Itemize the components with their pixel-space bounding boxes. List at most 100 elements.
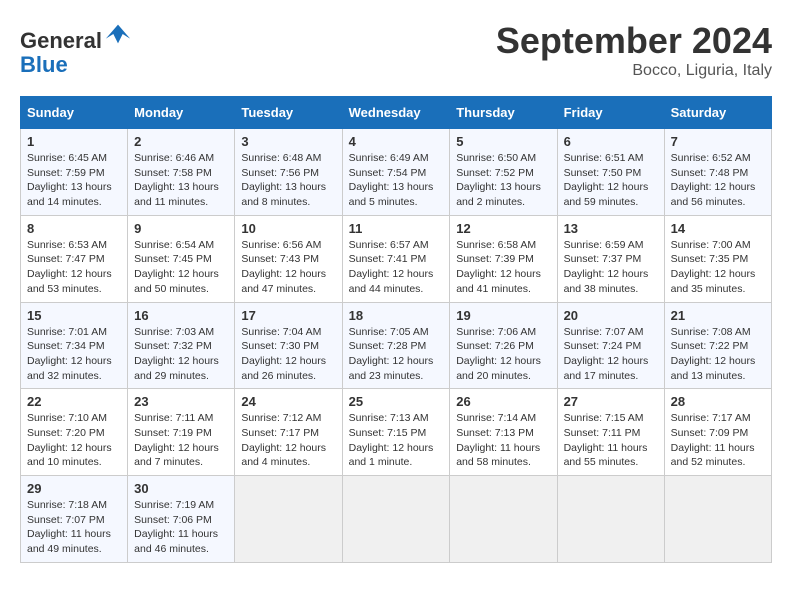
- day-number: 26: [456, 394, 550, 409]
- day-info: Sunrise: 7:10 AMSunset: 7:20 PMDaylight:…: [27, 411, 121, 470]
- day-info: Sunrise: 7:13 AMSunset: 7:15 PMDaylight:…: [349, 411, 444, 470]
- calendar-cell: [557, 476, 664, 563]
- day-info: Sunrise: 6:50 AMSunset: 7:52 PMDaylight:…: [456, 151, 550, 210]
- day-info: Sunrise: 6:45 AMSunset: 7:59 PMDaylight:…: [27, 151, 121, 210]
- day-number: 21: [671, 308, 765, 323]
- day-number: 17: [241, 308, 335, 323]
- calendar-cell: 5 Sunrise: 6:50 AMSunset: 7:52 PMDayligh…: [450, 129, 557, 216]
- weekday-header-wednesday: Wednesday: [342, 97, 450, 129]
- day-number: 28: [671, 394, 765, 409]
- day-number: 11: [349, 221, 444, 236]
- calendar-cell: 7 Sunrise: 6:52 AMSunset: 7:48 PMDayligh…: [664, 129, 771, 216]
- day-info: Sunrise: 6:51 AMSunset: 7:50 PMDaylight:…: [564, 151, 658, 210]
- day-number: 15: [27, 308, 121, 323]
- day-number: 3: [241, 134, 335, 149]
- day-number: 24: [241, 394, 335, 409]
- calendar-cell: 9 Sunrise: 6:54 AMSunset: 7:45 PMDayligh…: [128, 215, 235, 302]
- calendar-cell: 15 Sunrise: 7:01 AMSunset: 7:34 PMDaylig…: [21, 302, 128, 389]
- day-number: 19: [456, 308, 550, 323]
- day-info: Sunrise: 6:53 AMSunset: 7:47 PMDaylight:…: [27, 238, 121, 297]
- day-info: Sunrise: 6:57 AMSunset: 7:41 PMDaylight:…: [349, 238, 444, 297]
- calendar-cell: 10 Sunrise: 6:56 AMSunset: 7:43 PMDaylig…: [235, 215, 342, 302]
- day-number: 29: [27, 481, 121, 496]
- day-info: Sunrise: 6:58 AMSunset: 7:39 PMDaylight:…: [456, 238, 550, 297]
- day-number: 5: [456, 134, 550, 149]
- calendar-cell: 25 Sunrise: 7:13 AMSunset: 7:15 PMDaylig…: [342, 389, 450, 476]
- day-info: Sunrise: 7:08 AMSunset: 7:22 PMDaylight:…: [671, 325, 765, 384]
- day-info: Sunrise: 7:01 AMSunset: 7:34 PMDaylight:…: [27, 325, 121, 384]
- calendar-week-5: 29 Sunrise: 7:18 AMSunset: 7:07 PMDaylig…: [21, 476, 772, 563]
- calendar-cell: 23 Sunrise: 7:11 AMSunset: 7:19 PMDaylig…: [128, 389, 235, 476]
- day-info: Sunrise: 6:48 AMSunset: 7:56 PMDaylight:…: [241, 151, 335, 210]
- calendar-week-2: 8 Sunrise: 6:53 AMSunset: 7:47 PMDayligh…: [21, 215, 772, 302]
- logo-bird-icon: [104, 20, 132, 48]
- calendar-cell: [450, 476, 557, 563]
- day-info: Sunrise: 7:11 AMSunset: 7:19 PMDaylight:…: [134, 411, 228, 470]
- location-subtitle: Bocco, Liguria, Italy: [496, 62, 772, 80]
- page-header: General Blue September 2024 Bocco, Ligur…: [20, 20, 772, 80]
- calendar-header-row: SundayMondayTuesdayWednesdayThursdayFrid…: [21, 97, 772, 129]
- day-number: 14: [671, 221, 765, 236]
- day-info: Sunrise: 7:14 AMSunset: 7:13 PMDaylight:…: [456, 411, 550, 470]
- day-info: Sunrise: 6:52 AMSunset: 7:48 PMDaylight:…: [671, 151, 765, 210]
- day-info: Sunrise: 6:56 AMSunset: 7:43 PMDaylight:…: [241, 238, 335, 297]
- day-number: 6: [564, 134, 658, 149]
- calendar-cell: 3 Sunrise: 6:48 AMSunset: 7:56 PMDayligh…: [235, 129, 342, 216]
- calendar-cell: 24 Sunrise: 7:12 AMSunset: 7:17 PMDaylig…: [235, 389, 342, 476]
- calendar-cell: 22 Sunrise: 7:10 AMSunset: 7:20 PMDaylig…: [21, 389, 128, 476]
- calendar-cell: 20 Sunrise: 7:07 AMSunset: 7:24 PMDaylig…: [557, 302, 664, 389]
- day-info: Sunrise: 7:12 AMSunset: 7:17 PMDaylight:…: [241, 411, 335, 470]
- day-info: Sunrise: 7:18 AMSunset: 7:07 PMDaylight:…: [27, 498, 121, 557]
- day-info: Sunrise: 7:07 AMSunset: 7:24 PMDaylight:…: [564, 325, 658, 384]
- calendar-cell: 18 Sunrise: 7:05 AMSunset: 7:28 PMDaylig…: [342, 302, 450, 389]
- logo: General Blue: [20, 20, 132, 77]
- day-number: 12: [456, 221, 550, 236]
- calendar-cell: [664, 476, 771, 563]
- calendar-cell: 21 Sunrise: 7:08 AMSunset: 7:22 PMDaylig…: [664, 302, 771, 389]
- day-info: Sunrise: 7:05 AMSunset: 7:28 PMDaylight:…: [349, 325, 444, 384]
- calendar-week-4: 22 Sunrise: 7:10 AMSunset: 7:20 PMDaylig…: [21, 389, 772, 476]
- day-number: 22: [27, 394, 121, 409]
- day-number: 23: [134, 394, 228, 409]
- weekday-header-sunday: Sunday: [21, 97, 128, 129]
- weekday-header-monday: Monday: [128, 97, 235, 129]
- month-title: September 2024: [496, 20, 772, 62]
- day-number: 4: [349, 134, 444, 149]
- weekday-header-saturday: Saturday: [664, 97, 771, 129]
- logo-general: General: [20, 28, 102, 53]
- calendar-cell: 30 Sunrise: 7:19 AMSunset: 7:06 PMDaylig…: [128, 476, 235, 563]
- weekday-header-friday: Friday: [557, 97, 664, 129]
- calendar-cell: 4 Sunrise: 6:49 AMSunset: 7:54 PMDayligh…: [342, 129, 450, 216]
- calendar-cell: 6 Sunrise: 6:51 AMSunset: 7:50 PMDayligh…: [557, 129, 664, 216]
- calendar-cell: 11 Sunrise: 6:57 AMSunset: 7:41 PMDaylig…: [342, 215, 450, 302]
- calendar-cell: 28 Sunrise: 7:17 AMSunset: 7:09 PMDaylig…: [664, 389, 771, 476]
- day-info: Sunrise: 6:59 AMSunset: 7:37 PMDaylight:…: [564, 238, 658, 297]
- calendar-cell: 14 Sunrise: 7:00 AMSunset: 7:35 PMDaylig…: [664, 215, 771, 302]
- calendar-cell: [342, 476, 450, 563]
- day-info: Sunrise: 7:03 AMSunset: 7:32 PMDaylight:…: [134, 325, 228, 384]
- day-info: Sunrise: 7:00 AMSunset: 7:35 PMDaylight:…: [671, 238, 765, 297]
- calendar-cell: 1 Sunrise: 6:45 AMSunset: 7:59 PMDayligh…: [21, 129, 128, 216]
- calendar-week-3: 15 Sunrise: 7:01 AMSunset: 7:34 PMDaylig…: [21, 302, 772, 389]
- calendar-cell: 27 Sunrise: 7:15 AMSunset: 7:11 PMDaylig…: [557, 389, 664, 476]
- day-number: 8: [27, 221, 121, 236]
- calendar-week-1: 1 Sunrise: 6:45 AMSunset: 7:59 PMDayligh…: [21, 129, 772, 216]
- day-number: 10: [241, 221, 335, 236]
- day-number: 9: [134, 221, 228, 236]
- day-info: Sunrise: 7:19 AMSunset: 7:06 PMDaylight:…: [134, 498, 228, 557]
- day-number: 13: [564, 221, 658, 236]
- calendar-cell: 29 Sunrise: 7:18 AMSunset: 7:07 PMDaylig…: [21, 476, 128, 563]
- day-info: Sunrise: 7:15 AMSunset: 7:11 PMDaylight:…: [564, 411, 658, 470]
- day-number: 2: [134, 134, 228, 149]
- day-number: 16: [134, 308, 228, 323]
- logo-blue: Blue: [20, 52, 68, 77]
- day-number: 25: [349, 394, 444, 409]
- day-info: Sunrise: 6:46 AMSunset: 7:58 PMDaylight:…: [134, 151, 228, 210]
- calendar-cell: 26 Sunrise: 7:14 AMSunset: 7:13 PMDaylig…: [450, 389, 557, 476]
- day-number: 7: [671, 134, 765, 149]
- calendar-cell: 13 Sunrise: 6:59 AMSunset: 7:37 PMDaylig…: [557, 215, 664, 302]
- day-number: 1: [27, 134, 121, 149]
- day-number: 27: [564, 394, 658, 409]
- day-number: 20: [564, 308, 658, 323]
- title-block: September 2024 Bocco, Liguria, Italy: [496, 20, 772, 80]
